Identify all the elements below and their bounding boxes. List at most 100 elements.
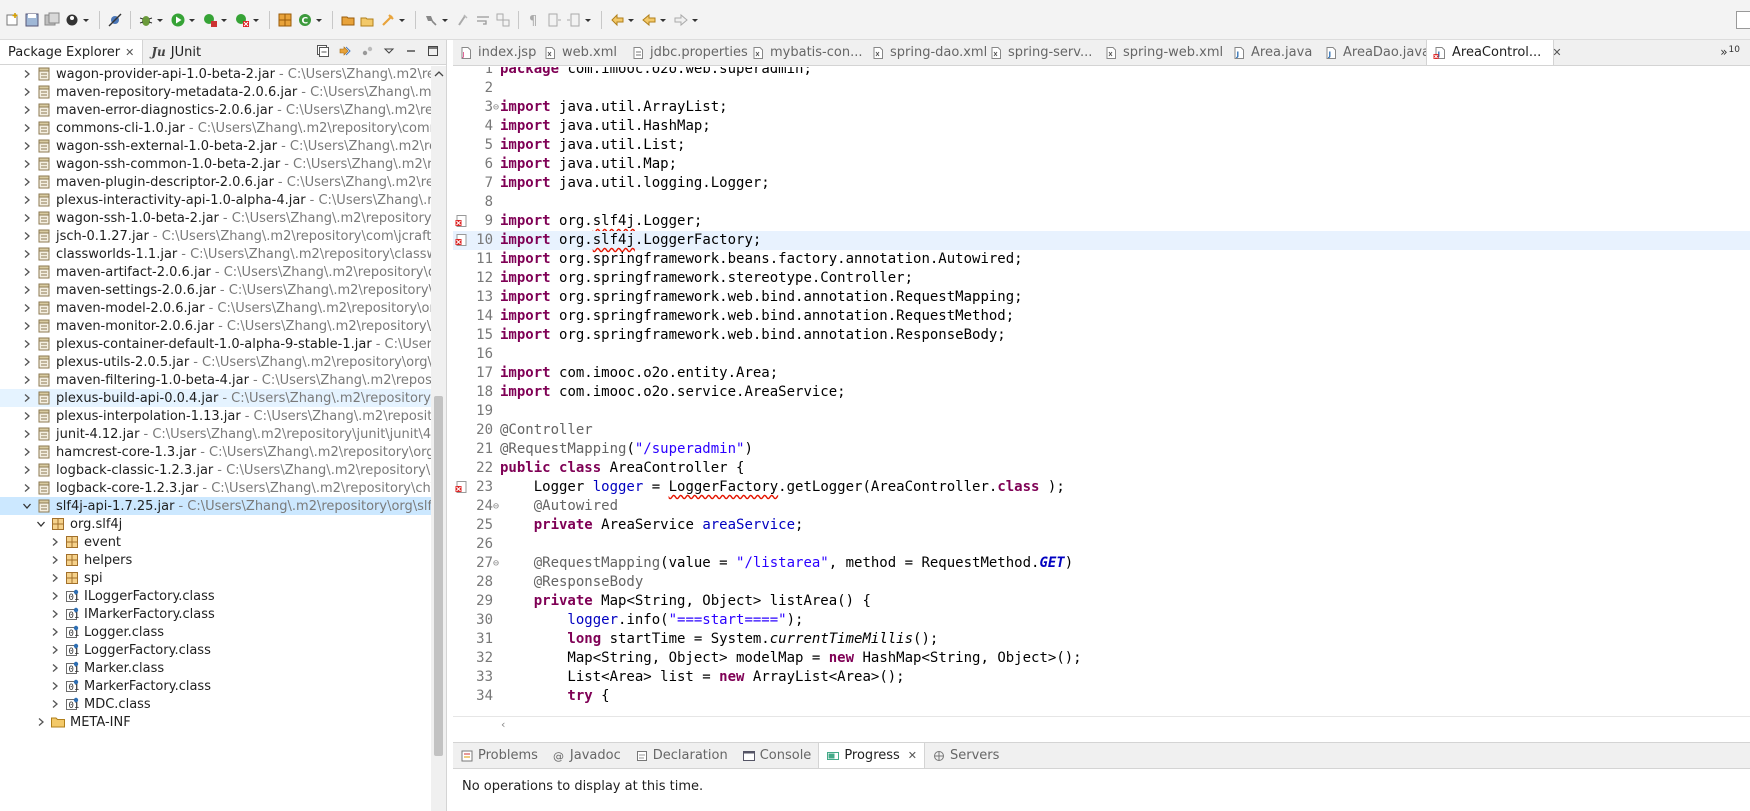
forward-icon[interactable] (672, 11, 690, 29)
editor-horizontal-scrollbar[interactable]: ‹ (453, 716, 1750, 732)
code-line[interactable]: 27 ⊖ @RequestMapping(value = "/listarea",… (453, 554, 1750, 573)
tree-item[interactable]: jsch-0.1.27.jar - C:\Users\Zhang\.m2\repo… (0, 227, 431, 245)
chevron-right-icon[interactable] (48, 607, 62, 621)
code-line[interactable]: 32 Map<String, Object> modelMap = new Ha… (453, 649, 1750, 668)
chevron-right-icon[interactable] (20, 121, 34, 135)
editor-tab[interactable]: web.xml (537, 40, 625, 65)
tree-item[interactable]: maven-artifact-2.0.6.jar - C:\Users\Zhang… (0, 263, 431, 281)
code-line[interactable]: 30 logger.info("===start===="); (453, 611, 1750, 630)
chevron-right-icon[interactable] (20, 193, 34, 207)
tree-item[interactable]: 01 MarkerFactory.class (0, 677, 431, 695)
back-icon[interactable] (640, 11, 658, 29)
chevron-right-icon[interactable] (48, 571, 62, 585)
new-java-project-icon[interactable] (276, 11, 294, 29)
toggle-word-wrap-icon[interactable] (474, 11, 492, 29)
code-line[interactable]: 26 (453, 535, 1750, 554)
show-whitespace-icon[interactable]: ¶ (525, 11, 543, 29)
code-line[interactable]: 21 @RequestMapping("/superadmin") (453, 440, 1750, 459)
chevron-right-icon[interactable] (20, 445, 34, 459)
scroll-up-arrow-icon[interactable] (431, 66, 446, 81)
open-task-icon[interactable] (379, 11, 397, 29)
tree-item[interactable]: plexus-utils-2.0.5.jar - C:\Users\Zhang\.… (0, 353, 431, 371)
save-all-icon[interactable] (43, 11, 61, 29)
chevron-down-icon[interactable] (34, 517, 48, 531)
chevron-right-icon[interactable] (20, 355, 34, 369)
code-line[interactable]: 13 import org.springframework.web.bind.an… (453, 288, 1750, 307)
search-icon[interactable] (422, 11, 440, 29)
chevron-right-icon[interactable] (20, 67, 34, 81)
dropdown-arrow-icon[interactable] (584, 11, 592, 29)
code-line[interactable]: 33 List<Area> list = new ArrayList<Area>… (453, 668, 1750, 687)
dropdown-arrow-icon[interactable] (252, 11, 260, 29)
code-line[interactable]: 23 Logger logger = LoggerFactory.getLogg… (453, 478, 1750, 497)
editor-tab[interactable]: spring-web.xml (1098, 40, 1226, 65)
code-line[interactable]: 29 private Map<String, Object> listArea(… (453, 592, 1750, 611)
tab-overflow-button[interactable]: » 10 (1720, 45, 1740, 59)
bottom-tab[interactable]: Problems (453, 743, 545, 768)
tree-item[interactable]: maven-model-2.0.6.jar - C:\Users\Zhang\.m… (0, 299, 431, 317)
tree-item[interactable]: wagon-ssh-common-1.0-beta-2.jar - C:\User… (0, 155, 431, 173)
chevron-right-icon[interactable] (48, 661, 62, 675)
open-type-icon[interactable] (359, 11, 377, 29)
bottom-tab[interactable]: Servers (925, 743, 1006, 768)
tree-item[interactable]: 01 LoggerFactory.class (0, 641, 431, 659)
chevron-right-icon[interactable] (48, 697, 62, 711)
minimize-icon[interactable] (404, 44, 418, 58)
chevron-right-icon[interactable] (20, 175, 34, 189)
chevron-right-icon[interactable] (48, 589, 62, 603)
editor-tab[interactable]: spring-dao.xml (865, 40, 987, 65)
dropdown-arrow-icon[interactable] (315, 11, 323, 29)
code-line[interactable]: 2 (453, 79, 1750, 98)
editor-tab[interactable]: J AreaDao.java (1318, 40, 1430, 65)
tree-item[interactable]: wagon-ssh-external-1.0-beta-2.jar - C:\Us… (0, 137, 431, 155)
chevron-right-icon[interactable] (20, 319, 34, 333)
tree-item[interactable]: maven-settings-2.0.6.jar - C:\Users\Zhang… (0, 281, 431, 299)
code-line[interactable]: 11 import org.springframework.beans.facto… (453, 250, 1750, 269)
tree-item[interactable]: spi (0, 569, 431, 587)
editor-tab[interactable]: spring-serv... (983, 40, 1098, 65)
new-package-icon[interactable]: C (296, 11, 314, 29)
chevron-down-icon[interactable] (20, 499, 34, 513)
tree-item[interactable]: plexus-interactivity-api-1.0-alpha-4.jar… (0, 191, 431, 209)
editor-tab[interactable]: mybatis-con... (745, 40, 865, 65)
tree-item[interactable]: 01 ILoggerFactory.class (0, 587, 431, 605)
tree-item[interactable]: event (0, 533, 431, 551)
tree-item[interactable]: 01 Logger.class (0, 623, 431, 641)
chevron-right-icon[interactable] (48, 535, 62, 549)
chevron-right-icon[interactable] (20, 283, 34, 297)
editor-tab[interactable]: jdbc.properties (625, 40, 748, 65)
tree-item[interactable]: plexus-container-default-1.0-alpha-9-sta… (0, 335, 431, 353)
collapse-all-icon[interactable] (316, 44, 330, 58)
dropdown-arrow-icon[interactable] (82, 11, 90, 29)
chevron-right-icon[interactable] (48, 679, 62, 693)
scroll-left-arrow-icon[interactable]: ‹ (501, 718, 505, 731)
code-line[interactable]: 20 @Controller (453, 421, 1750, 440)
code-line[interactable]: 22 public class AreaController { (453, 459, 1750, 478)
code-line[interactable]: 19 (453, 402, 1750, 421)
previous-annotation-icon[interactable] (565, 11, 583, 29)
tree-item[interactable]: maven-monitor-2.0.6.jar - C:\Users\Zhang\… (0, 317, 431, 335)
code-line[interactable]: 24 ⊖ @Autowired (453, 497, 1750, 516)
code-line[interactable]: 34 try { (453, 687, 1750, 706)
chevron-right-icon[interactable] (20, 139, 34, 153)
tree-item[interactable]: wagon-ssh-1.0-beta-2.jar - C:\Users\Zhang… (0, 209, 431, 227)
chevron-right-icon[interactable] (48, 553, 62, 567)
bottom-tab[interactable]: Progress ✕ (818, 743, 926, 768)
code-line[interactable]: 8 (453, 193, 1750, 212)
bottom-tab[interactable]: Declaration (628, 743, 735, 768)
chevron-right-icon[interactable] (20, 427, 34, 441)
code-line[interactable]: 5 import java.util.List; (453, 136, 1750, 155)
chevron-right-icon[interactable] (20, 229, 34, 243)
chevron-right-icon[interactable] (48, 643, 62, 657)
tree-item[interactable]: maven-error-diagnostics-2.0.6.jar - C:\Us… (0, 101, 431, 119)
tree-item[interactable]: junit-4.12.jar - C:\Users\Zhang\.m2\repos… (0, 425, 431, 443)
code-line[interactable]: 31 long startTime = System.currentTimeMi… (453, 630, 1750, 649)
tree-item[interactable]: hamcrest-core-1.3.jar - C:\Users\Zhang\.m… (0, 443, 431, 461)
bottom-tab[interactable]: Console (735, 743, 819, 768)
chevron-right-icon[interactable] (20, 301, 34, 315)
tree-item[interactable]: logback-classic-1.2.3.jar - C:\Users\Zhan… (0, 461, 431, 479)
code-line[interactable]: 16 (453, 345, 1750, 364)
tree-item[interactable]: META-INF (0, 713, 431, 731)
tree-item[interactable]: maven-repository-metadata-2.0.6.jar - C:\… (0, 83, 431, 101)
run-icon[interactable] (169, 11, 187, 29)
